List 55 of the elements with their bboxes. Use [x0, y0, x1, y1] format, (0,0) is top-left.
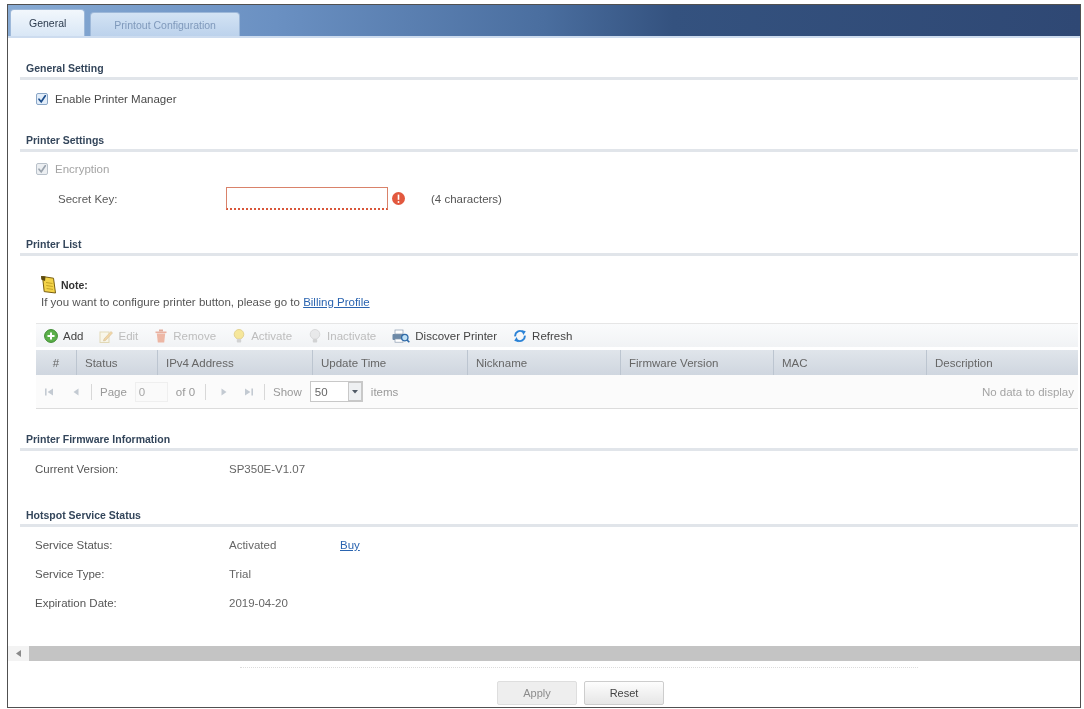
- toolbar-button[interactable]: Refresh: [509, 325, 577, 346]
- column-header[interactable]: Status: [85, 356, 118, 369]
- plus-circle-icon: [44, 328, 58, 343]
- column-header[interactable]: #: [52, 356, 60, 369]
- scroll-left-icon[interactable]: [16, 650, 21, 657]
- page-field[interactable]: 0: [134, 381, 168, 402]
- field-hint: (4 characters): [431, 192, 502, 205]
- section-heading: Printer Firmware Information: [26, 433, 171, 445]
- field-label: Secret Key:: [58, 192, 118, 205]
- page-size-select[interactable]: 50: [309, 381, 363, 402]
- field-value: Trial: [229, 568, 251, 580]
- column-header[interactable]: Update Time: [321, 356, 387, 369]
- note-text: If you want to configure printer button, please go to Billing Profile: [40, 295, 370, 310]
- billing-profile-link[interactable]: Billing Profile: [303, 296, 370, 308]
- caret-icon: [347, 382, 362, 401]
- section-heading: Printer List: [26, 238, 82, 250]
- section-heading: Hotspot Service Status: [26, 509, 141, 521]
- lightbulb-icon: [232, 328, 247, 343]
- field-label: Service Type:: [35, 568, 105, 580]
- column-header[interactable]: Nickname: [476, 356, 528, 369]
- section-heading: Printer Settings: [26, 134, 105, 146]
- action-button[interactable]: Reset: [584, 681, 664, 705]
- field-value: 2019-04-20: [229, 597, 288, 609]
- secret-key-field[interactable]: [226, 187, 388, 210]
- column-header[interactable]: IPv4 Address: [166, 356, 234, 369]
- column-header[interactable]: Description: [935, 356, 993, 369]
- tab[interactable]: General: [10, 9, 86, 36]
- checkbox[interactable]: [36, 93, 48, 105]
- empty-message: No data to display: [981, 385, 1074, 398]
- field-value: SP350E-V1.07: [229, 463, 306, 475]
- note-title: Note:: [61, 278, 88, 291]
- toolbar-button[interactable]: Add: [40, 325, 88, 346]
- checkbox-label: Encryption: [55, 163, 110, 175]
- buy-link[interactable]: Buy: [340, 539, 360, 551]
- trash-icon: [154, 328, 169, 343]
- horizontal-scrollbar[interactable]: [8, 646, 1080, 661]
- section-heading: General Setting: [26, 62, 104, 74]
- pager-label: Page: [100, 385, 127, 398]
- field-label: Service Status:: [35, 539, 113, 551]
- pager-label: items: [370, 385, 399, 398]
- checkbox-label: Enable Printer Manager: [55, 93, 177, 105]
- field-value: Activated: [229, 539, 277, 551]
- toolbar-button[interactable]: Discover Printer: [388, 325, 502, 346]
- lightbulb-icon: [308, 328, 323, 343]
- pager-label: Show: [273, 385, 302, 398]
- error-icon: [392, 192, 405, 205]
- field-label: Expiration Date:: [35, 597, 117, 609]
- column-header[interactable]: MAC: [782, 356, 808, 369]
- field-label: Current Version:: [35, 463, 119, 475]
- column-header[interactable]: Firmware Version: [629, 356, 719, 369]
- refresh-icon: [513, 328, 528, 343]
- printer-search-icon: [392, 328, 411, 343]
- page-count: of 0: [175, 385, 196, 398]
- note-icon: [40, 275, 58, 294]
- pencil-icon: [99, 328, 114, 343]
